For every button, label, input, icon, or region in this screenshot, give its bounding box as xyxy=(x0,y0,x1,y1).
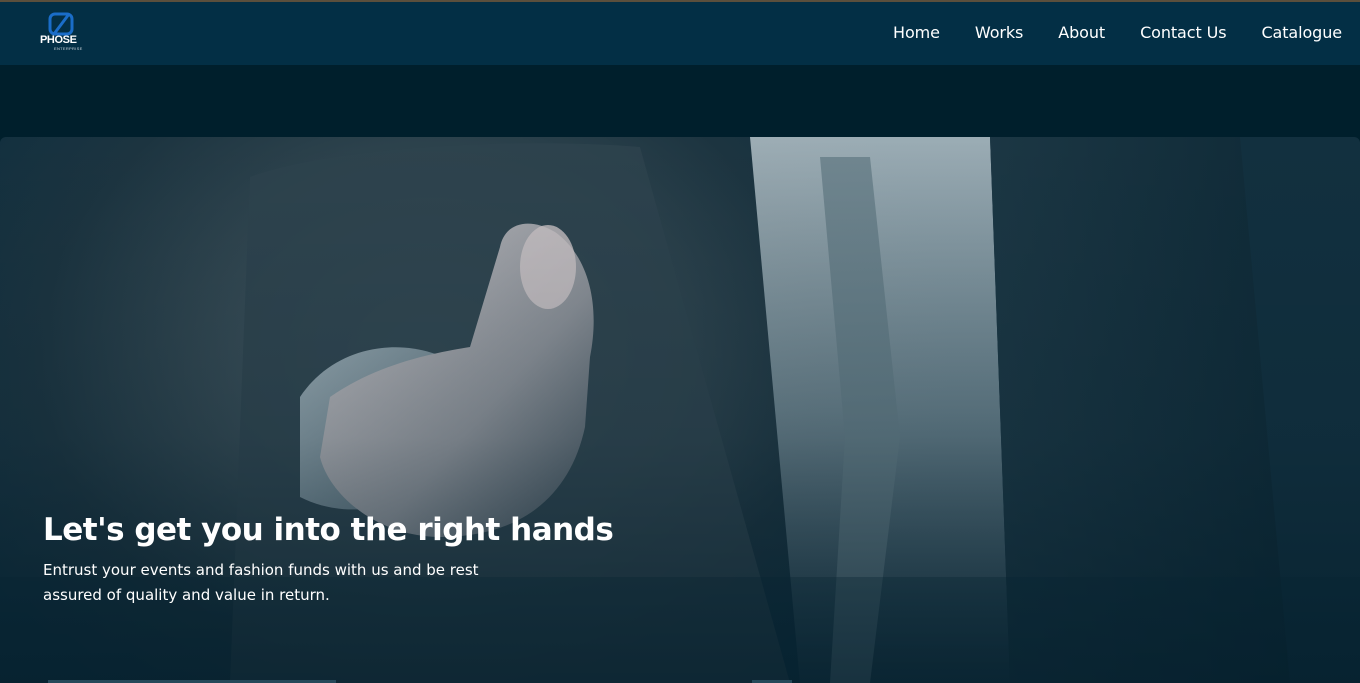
nav-home[interactable]: Home xyxy=(893,22,940,44)
navbar: PHOSE ENTERPRISE Home Works About Contac… xyxy=(0,2,1360,65)
hero-title: Let's get you into the right hands xyxy=(43,512,614,548)
hero-description: Entrust your events and fashion funds wi… xyxy=(43,561,479,604)
brand-name: PHOSE xyxy=(40,34,77,46)
page: PHOSE ENTERPRISE Home Works About Contac… xyxy=(0,0,1360,683)
brand-subtitle: ENTERPRISE xyxy=(54,46,83,51)
hero-banner: Let's get you into the right hands Entru… xyxy=(0,137,1360,683)
brand-logo[interactable]: PHOSE ENTERPRISE xyxy=(40,11,84,55)
nav-works[interactable]: Works xyxy=(975,22,1023,44)
main-menu: Home Works About Contact Us Catalogue xyxy=(893,22,1342,44)
nav-catalogue[interactable]: Catalogue xyxy=(1261,22,1342,44)
nav-contact-us[interactable]: Contact Us xyxy=(1140,22,1226,44)
nav-about[interactable]: About xyxy=(1058,22,1105,44)
